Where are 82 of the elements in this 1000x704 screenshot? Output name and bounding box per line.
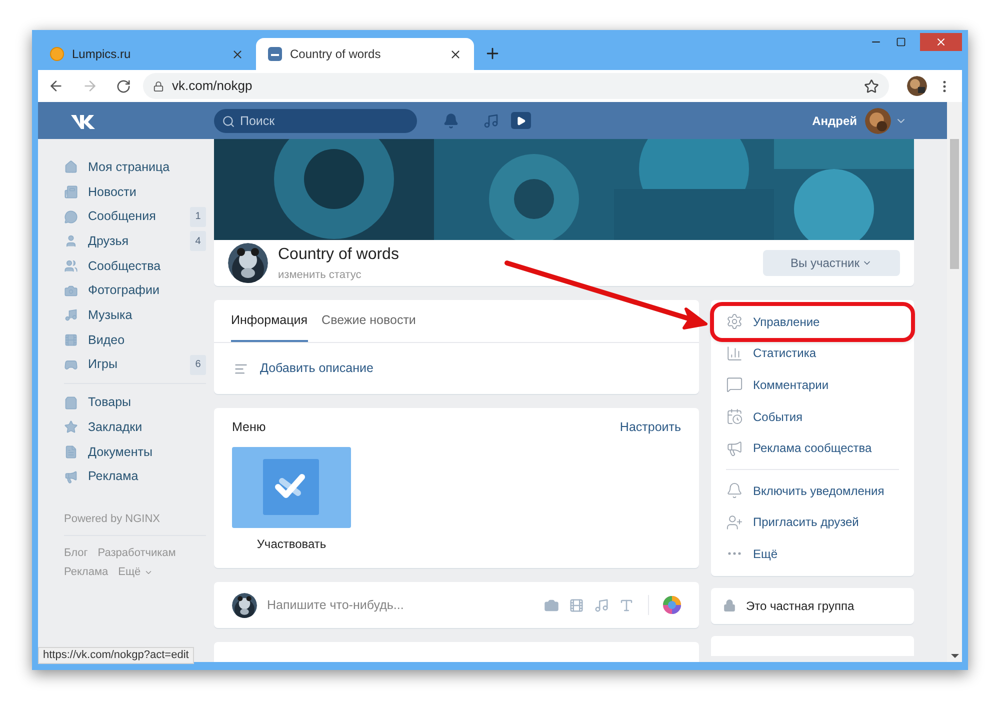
megaphone-icon <box>64 470 78 484</box>
status-url-tooltip: https://vk.com/nokgp?act=edit <box>38 647 194 664</box>
action-item[interactable]: Включить уведомления <box>726 474 899 507</box>
count-badge: 1 <box>190 206 206 227</box>
calendar-icon <box>726 408 743 426</box>
video-play-icon[interactable] <box>511 112 531 129</box>
address-field[interactable]: vk.com/nokgp <box>143 73 889 99</box>
megaphone-icon <box>726 440 743 457</box>
people-icon <box>64 259 78 274</box>
menu-title: Меню <box>232 419 266 436</box>
search-field[interactable]: Поиск <box>214 108 417 132</box>
bag-icon <box>64 396 78 410</box>
scrollbar[interactable] <box>947 102 962 662</box>
checkmark-tile-icon <box>232 446 351 528</box>
sidebar-item[interactable]: Документы <box>64 440 206 464</box>
sidebar-item[interactable]: Сообщества <box>64 254 206 278</box>
vk-logo-icon <box>268 47 282 61</box>
action-item[interactable]: Ещё <box>726 538 899 570</box>
star-icon <box>64 420 78 434</box>
lines-icon <box>234 362 248 376</box>
camera-icon <box>64 284 78 298</box>
sidebar-item[interactable]: Друзья 4 <box>64 229 206 254</box>
search-icon <box>222 114 235 128</box>
bar-chart-icon <box>726 344 743 362</box>
back-icon[interactable] <box>48 78 64 94</box>
member-button[interactable]: Вы участник <box>763 250 900 276</box>
action-item[interactable]: Комментарии <box>726 369 899 401</box>
post-input[interactable]: Напишите что-нибудь... <box>267 596 534 614</box>
sidebar-item[interactable]: Реклама <box>64 464 206 489</box>
gamepad-icon <box>64 358 78 372</box>
info-tab[interactable]: Свежие новости <box>322 300 416 342</box>
music-note-icon <box>64 308 78 322</box>
sidebar-item[interactable]: Видео <box>64 328 206 352</box>
add-description-link[interactable]: Добавить описание <box>260 359 374 378</box>
close-icon[interactable] <box>231 48 244 60</box>
document-icon <box>64 444 78 459</box>
bell-icon <box>726 482 743 500</box>
lock-icon <box>153 80 164 92</box>
new-tab-icon[interactable] <box>484 45 501 62</box>
action-item[interactable]: События <box>726 400 899 432</box>
sidebar-item[interactable]: Моя страница <box>64 155 206 180</box>
action-item[interactable]: Пригласить друзей <box>726 506 899 538</box>
more-icon <box>728 552 741 556</box>
count-badge: 6 <box>190 354 206 375</box>
color-wheel-icon[interactable] <box>663 596 681 614</box>
close-icon[interactable] <box>449 48 462 60</box>
favicon-icon <box>50 47 64 61</box>
newspaper-icon <box>64 185 78 200</box>
sidebar-item[interactable]: Закладки <box>64 414 206 440</box>
sidebar-item[interactable]: Сообщения 1 <box>64 204 206 230</box>
sidebar-item[interactable]: Фотографии <box>64 278 206 304</box>
action-item[interactable]: Управление <box>714 306 911 338</box>
settings-icon <box>726 313 743 330</box>
info-tab[interactable]: Информация <box>231 300 308 342</box>
sidebar-item[interactable]: Игры 6 <box>64 352 206 378</box>
count-badge: 4 <box>190 231 206 252</box>
sidebar-item[interactable]: Музыка <box>64 303 206 328</box>
maximize-icon[interactable] <box>896 37 906 47</box>
reload-icon[interactable] <box>116 78 131 94</box>
action-item[interactable]: Реклама сообщества <box>726 432 899 464</box>
powered-by-text: Powered by NGINX <box>64 510 206 536</box>
menu-tile[interactable]: Участвовать <box>232 446 351 553</box>
user-name[interactable]: Андрей <box>812 112 857 130</box>
lock-icon <box>723 599 736 612</box>
comment-icon <box>726 376 743 394</box>
film-icon <box>64 333 78 348</box>
action-item[interactable]: Статистика <box>726 338 899 370</box>
private-group-text: Это частная группа <box>746 598 854 615</box>
tab-title: Country of words <box>290 46 382 63</box>
sidebar-item[interactable]: Товары <box>64 390 206 415</box>
add-person-icon <box>726 514 743 531</box>
browser-tab[interactable]: Country of words <box>256 38 474 70</box>
chat-icon <box>64 210 78 224</box>
sidebar-item[interactable]: Новости <box>64 180 206 204</box>
group-name: Country of words <box>278 244 399 265</box>
home-icon <box>64 160 78 174</box>
close-window-button[interactable] <box>920 33 962 51</box>
tab-title: Lumpics.ru <box>72 46 132 63</box>
person-icon <box>64 234 78 248</box>
configure-link[interactable]: Настроить <box>620 418 681 437</box>
browser-tab[interactable]: Lumpics.ru <box>38 38 256 70</box>
bookmark-star-icon[interactable] <box>864 78 879 94</box>
